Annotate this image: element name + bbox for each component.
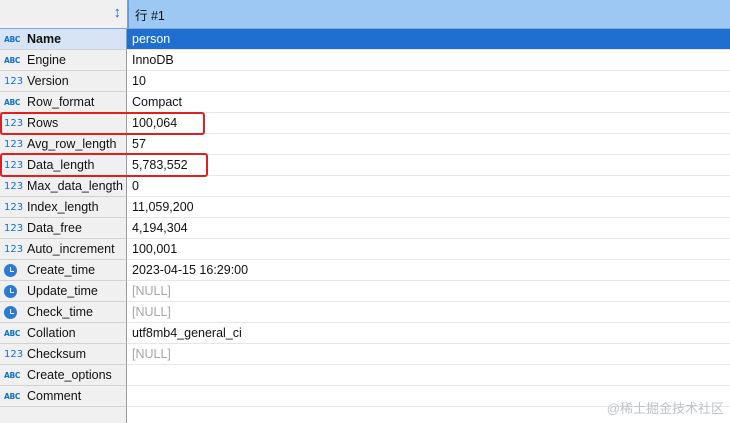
number-type-icon: 123	[4, 222, 24, 234]
field-name-cell[interactable]: Update_time	[0, 281, 127, 302]
field-name-label: Avg_row_length	[27, 137, 117, 151]
number-type-icon: 123	[4, 180, 24, 192]
field-name-label: Index_length	[27, 200, 99, 214]
field-name-label: Name	[27, 32, 62, 46]
field-name-label: Data_free	[27, 221, 82, 235]
table-row[interactable]: Update_time [NULL]	[0, 281, 730, 302]
text-type-icon: ABC	[4, 391, 21, 401]
field-name-cell[interactable]: ABC Name	[0, 29, 127, 50]
table-row[interactable]: ABC Create_options	[0, 365, 730, 386]
field-name-cell[interactable]: 123 Max_data_length	[0, 176, 127, 197]
table-row[interactable]: Check_time [NULL]	[0, 302, 730, 323]
field-value-cell[interactable]: 11,059,200	[127, 197, 730, 218]
field-value-cell[interactable]: 5,783,552	[127, 155, 730, 176]
table-row[interactable]: ABC Name person	[0, 29, 730, 50]
number-type-icon: 123	[4, 117, 24, 129]
text-type-icon: ABC	[4, 55, 21, 65]
sort-arrows-icon[interactable]: ↕	[114, 5, 122, 21]
field-name-label: Collation	[27, 326, 76, 340]
table-row[interactable]: 123 Index_length 11,059,200	[0, 197, 730, 218]
field-value-cell[interactable]: 4,194,304	[127, 218, 730, 239]
table-row[interactable]: ABC Engine InnoDB	[0, 50, 730, 71]
table-row[interactable]: ABC Collation utf8mb4_general_ci	[0, 323, 730, 344]
number-type-icon: 123	[4, 159, 24, 171]
field-name-cell[interactable]: 123 Auto_increment	[0, 239, 127, 260]
field-name-label: Max_data_length	[27, 179, 123, 193]
clock-icon	[4, 284, 17, 298]
grid-header: ↕ 行 #1	[0, 0, 730, 29]
text-type-icon: ABC	[4, 370, 21, 380]
table-row[interactable]: Create_time 2023-04-15 16:29:00	[0, 260, 730, 281]
clock-icon	[4, 305, 17, 319]
field-value-cell[interactable]: 2023-04-15 16:29:00	[127, 260, 730, 281]
field-name-cell[interactable]: 123 Data_length	[0, 155, 127, 176]
field-name-label: Version	[27, 74, 69, 88]
field-name-label: Auto_increment	[27, 242, 115, 256]
field-name-label: Update_time	[27, 284, 98, 298]
field-value-cell[interactable]: 100,001	[127, 239, 730, 260]
field-name-cell[interactable]: 123 Index_length	[0, 197, 127, 218]
field-name-label: Checksum	[27, 347, 87, 361]
table-row[interactable]: 123 Data_free 4,194,304	[0, 218, 730, 239]
field-name-cell[interactable]: ABC Engine	[0, 50, 127, 71]
field-name-cell[interactable]: 123 Rows	[0, 113, 127, 134]
field-value-cell[interactable]: Compact	[127, 92, 730, 113]
number-type-icon: 123	[4, 201, 24, 213]
field-value-cell[interactable]: person	[127, 29, 730, 50]
field-name-label: Data_length	[27, 158, 95, 172]
grid-rows: ABC Name person ABC Engine InnoDB 123 Version 10…	[0, 29, 730, 407]
text-type-icon: ABC	[4, 97, 21, 107]
watermark: @稀土掘金技术社区	[606, 401, 724, 416]
field-name-label: Row_format	[27, 95, 95, 109]
text-type-icon: ABC	[4, 328, 21, 338]
row-header-filler	[0, 407, 127, 423]
field-value-cell[interactable]: utf8mb4_general_ci	[127, 323, 730, 344]
field-name-label: Engine	[27, 53, 66, 67]
field-name-label: Create_options	[27, 368, 112, 382]
table-row[interactable]: ABC Row_format Compact	[0, 92, 730, 113]
row-header-corner[interactable]: ↕	[0, 0, 128, 28]
field-name-cell[interactable]: 123 Checksum	[0, 344, 127, 365]
field-name-label: Check_time	[27, 305, 93, 319]
column-title: 行 #1	[135, 8, 165, 23]
number-type-icon: 123	[4, 75, 24, 87]
field-value-cell[interactable]	[127, 365, 730, 386]
field-name-label: Create_time	[27, 263, 96, 277]
number-type-icon: 123	[4, 243, 24, 255]
field-name-cell[interactable]: 123 Version	[0, 71, 127, 92]
field-name-cell[interactable]: ABC Create_options	[0, 365, 127, 386]
field-value-cell[interactable]: 57	[127, 134, 730, 155]
table-row[interactable]: 123 Max_data_length 0	[0, 176, 730, 197]
result-grid: ↕ 行 #1 ABC Name person ABC Engine InnoDB 123 Ve…	[0, 0, 730, 407]
field-value-cell[interactable]: InnoDB	[127, 50, 730, 71]
field-name-label: Rows	[27, 116, 59, 130]
table-row[interactable]: 123 Avg_row_length 57	[0, 134, 730, 155]
table-row[interactable]: 123 Data_length 5,783,552	[0, 155, 730, 176]
field-name-cell[interactable]: ABC Row_format	[0, 92, 127, 113]
field-name-cell[interactable]: 123 Data_free	[0, 218, 127, 239]
field-name-cell[interactable]: Create_time	[0, 260, 127, 281]
field-value-cell[interactable]: 0	[127, 176, 730, 197]
text-type-icon: ABC	[4, 34, 21, 44]
table-row[interactable]: 123 Rows 100,064	[0, 113, 730, 134]
field-value-cell[interactable]: [NULL]	[127, 281, 730, 302]
field-name-cell[interactable]: ABC Comment	[0, 386, 127, 407]
field-name-cell[interactable]: ABC Collation	[0, 323, 127, 344]
field-value-cell[interactable]: [NULL]	[127, 302, 730, 323]
clock-icon	[4, 263, 17, 277]
field-value-cell[interactable]: 100,064	[127, 113, 730, 134]
number-type-icon: 123	[4, 138, 24, 150]
field-name-cell[interactable]: 123 Avg_row_length	[0, 134, 127, 155]
field-name-label: Comment	[27, 389, 82, 403]
field-value-cell[interactable]: 10	[127, 71, 730, 92]
table-row[interactable]: 123 Auto_increment 100,001	[0, 239, 730, 260]
table-row[interactable]: 123 Checksum [NULL]	[0, 344, 730, 365]
column-header[interactable]: 行 #1	[128, 0, 730, 28]
field-value-cell[interactable]: [NULL]	[127, 344, 730, 365]
table-row[interactable]: 123 Version 10	[0, 71, 730, 92]
field-name-cell[interactable]: Check_time	[0, 302, 127, 323]
number-type-icon: 123	[4, 348, 24, 360]
